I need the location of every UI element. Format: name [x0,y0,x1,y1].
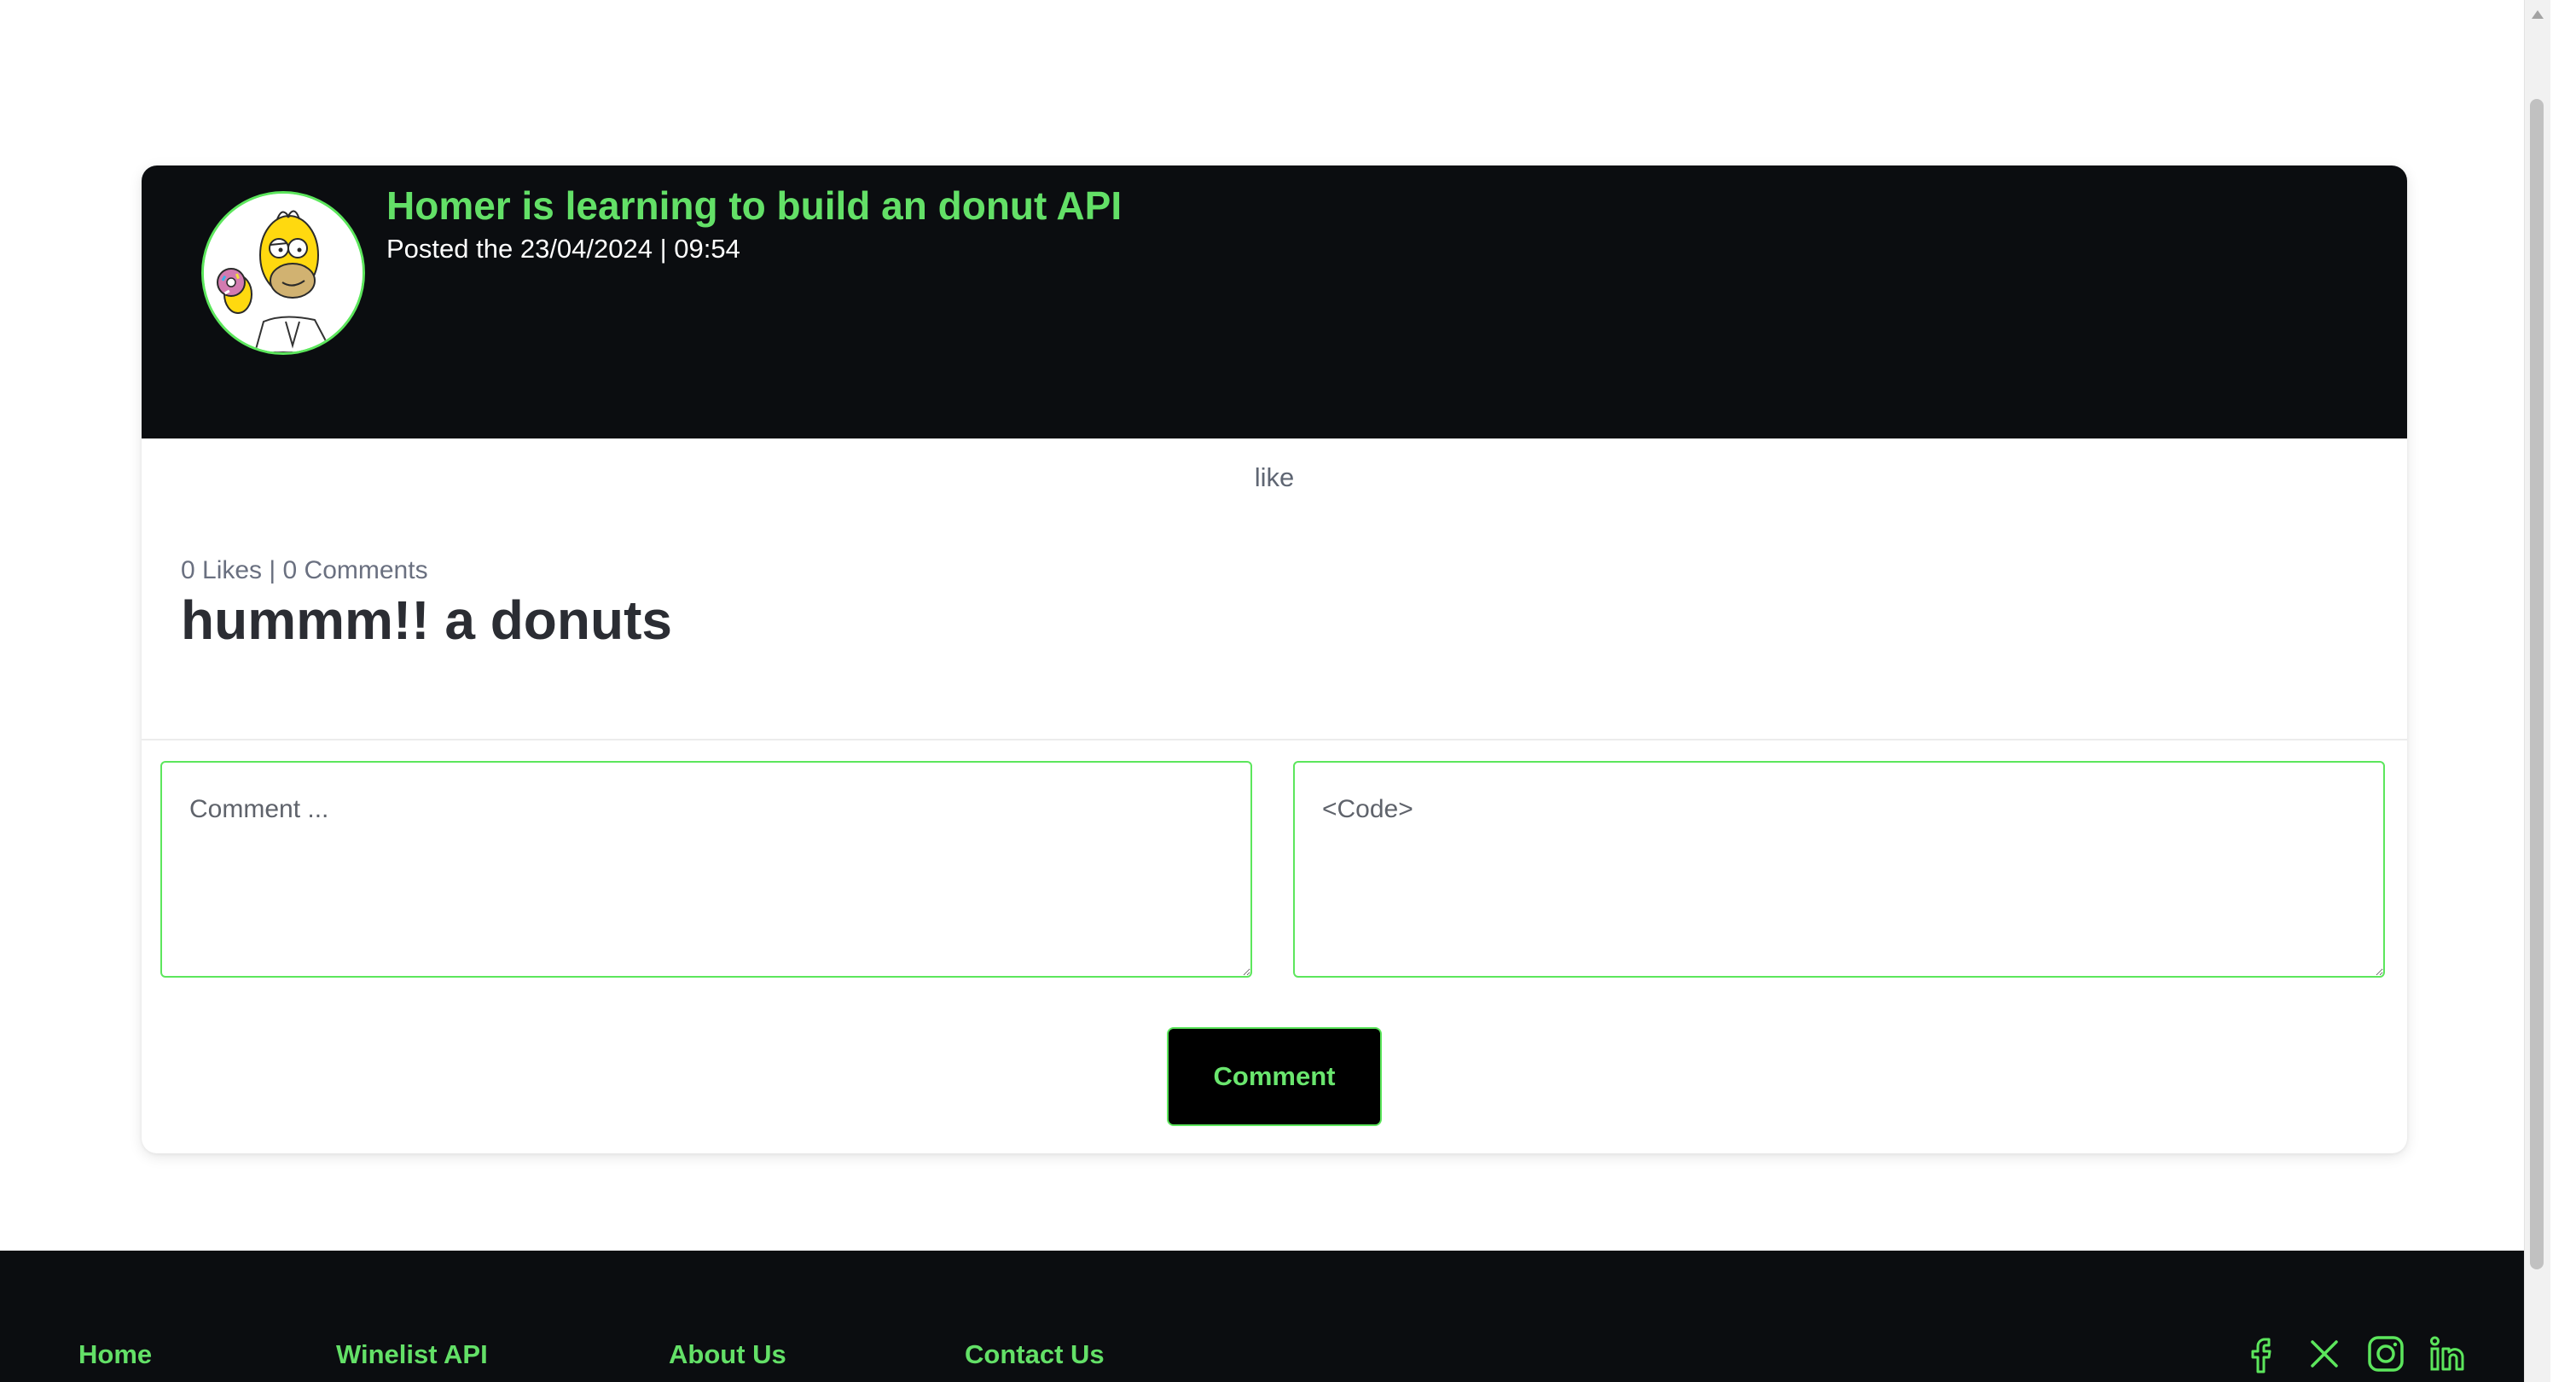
post-stats: 0 Likes | 0 Comments [181,556,428,584]
post-card: Homer is learning to build an donut API … [142,165,2407,1153]
footer-link-about-us[interactable]: About Us [669,1339,786,1370]
comment-input[interactable] [160,761,1252,978]
instagram-icon[interactable] [2364,1333,2407,1375]
code-input[interactable] [1293,761,2385,978]
linkedin-icon[interactable] [2426,1333,2469,1375]
x-icon[interactable] [2303,1333,2346,1375]
post-date: Posted the 23/04/2024 | 09:54 [386,234,740,264]
footer-link-winelist-api[interactable]: Winelist API [336,1339,488,1370]
footer-link-home[interactable]: Home [78,1339,152,1370]
page: Homer is learning to build an donut API … [0,0,2550,1382]
author-avatar [201,191,365,355]
scroll-up-icon[interactable] [2532,10,2544,19]
post-header: Homer is learning to build an donut API … [142,165,2407,438]
page-scrollbar[interactable] [2524,0,2550,1382]
homer-avatar-icon [204,194,363,352]
footer: Home Winelist API About Us Contact Us [0,1251,2550,1382]
facebook-icon[interactable] [2243,1333,2286,1375]
scrollbar-thumb[interactable] [2530,99,2544,1269]
comment-submit-button[interactable]: Comment [1167,1027,1382,1126]
like-button[interactable]: like [1232,457,1317,496]
divider [142,739,2407,740]
footer-link-contact-us[interactable]: Contact Us [965,1339,1105,1370]
post-body: hummm!! a donuts [181,589,672,651]
post-title: Homer is learning to build an donut API [386,183,1123,228]
